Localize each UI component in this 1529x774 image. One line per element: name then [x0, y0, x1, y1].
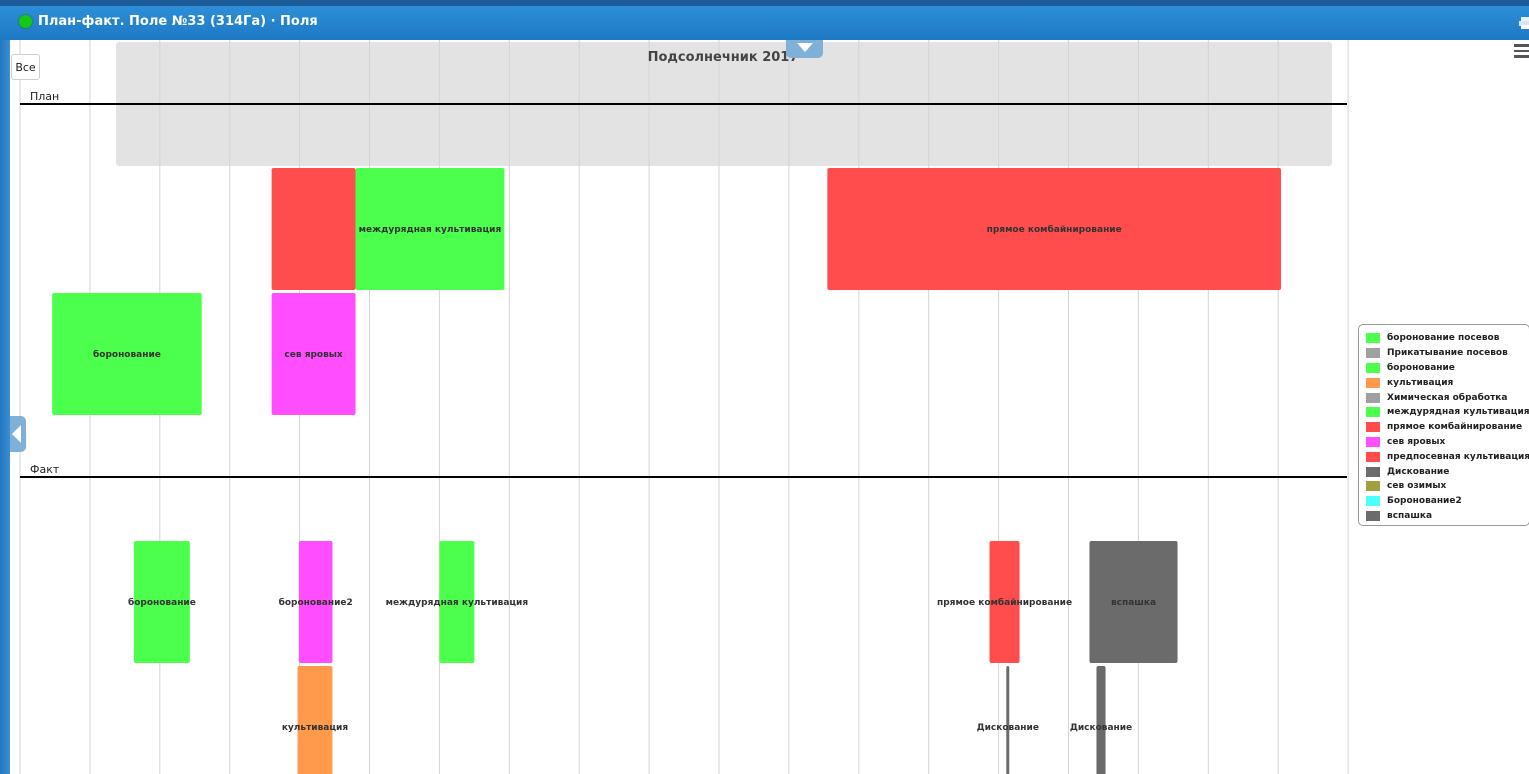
legend-item[interactable]: междурядная культивация	[1366, 405, 1529, 420]
legend-item[interactable]: Боронование2	[1366, 494, 1529, 509]
legend-label: междурядная культивация	[1387, 407, 1529, 418]
fact-bar	[1096, 666, 1106, 774]
plan-bar	[271, 168, 356, 290]
fact-bar-label: культивация	[282, 723, 349, 733]
legend-swatch	[1366, 333, 1380, 344]
legend-label: боронование	[1387, 362, 1455, 373]
window-title: План-факт. Поле №33 (314Га) · Поля	[38, 14, 318, 29]
legend-item[interactable]: боронование посевов	[1366, 331, 1529, 346]
status-indicator	[19, 15, 32, 28]
legend-swatch	[1366, 422, 1380, 433]
crop-label: Подсолнечник 2017	[648, 50, 799, 65]
legend-swatch	[1366, 466, 1380, 477]
plan-bar-label: боронование	[93, 349, 161, 360]
legend-item[interactable]: боронование	[1366, 361, 1529, 376]
fact-bar-label: Дискование	[977, 723, 1039, 733]
fact-bar	[297, 666, 333, 774]
plan-bar-label: сев яровых	[284, 350, 343, 360]
legend-label: Боронование2	[1387, 496, 1462, 507]
legend-swatch	[1366, 451, 1380, 462]
legend-item[interactable]: вспашка	[1366, 509, 1529, 524]
legend-label: прямое комбайнирование	[1387, 422, 1523, 433]
legend-label: культивация	[1387, 377, 1454, 388]
legend-item[interactable]: предпосевная культивация	[1366, 449, 1529, 464]
plan-bar-label: междурядная культивация	[359, 225, 502, 235]
fact-bar-label: вспашка	[1111, 598, 1156, 608]
fact-bar	[1006, 666, 1010, 774]
window-titlebar: План-факт. Поле №33 (314Га) · Поля	[0, 0, 1529, 40]
legend-swatch	[1366, 481, 1380, 492]
plan-bar-label: прямое комбайнирование	[987, 224, 1122, 235]
legend-item[interactable]: сев яровых	[1366, 435, 1529, 450]
legend-swatch	[1366, 496, 1380, 507]
legend-swatch	[1366, 377, 1380, 388]
legend-item[interactable]: культивация	[1366, 375, 1529, 390]
legend-swatch	[1366, 436, 1380, 447]
chart-panel: Подсолнечник 2017 План Факт междурядная кул…	[10, 40, 1529, 774]
legend-label: Прикатывание посевов	[1387, 348, 1508, 359]
gantt-chart: Подсолнечник 2017 План Факт междурядная кул…	[19, 40, 1349, 774]
legend-swatch	[1366, 362, 1380, 373]
legend-item[interactable]: сев озимых	[1366, 479, 1529, 494]
legend-swatch	[1366, 392, 1380, 403]
legend-item[interactable]: Прикатывание посевов	[1366, 346, 1529, 361]
expand-left-tab[interactable]	[10, 416, 26, 452]
plan-row-label: План	[30, 90, 59, 103]
fact-bar-label: Дискование	[1070, 723, 1132, 733]
fact-bar-label: прямое комбайнирование	[937, 597, 1072, 608]
window-left-edge	[0, 40, 10, 774]
legend-label: сев яровых	[1387, 436, 1446, 447]
hamburger-menu-icon[interactable]	[1514, 44, 1529, 58]
legend-swatch	[1366, 348, 1380, 359]
legend-item[interactable]: Дискование	[1366, 464, 1529, 479]
legend-item[interactable]: Химическая обработка	[1366, 390, 1529, 405]
legend-label: сев озимых	[1387, 481, 1447, 492]
legend-label: вспашка	[1387, 510, 1433, 521]
legend-label: Химическая обработка	[1387, 392, 1508, 403]
legend-label: боронование посевов	[1387, 333, 1500, 344]
legend-swatch	[1366, 510, 1380, 521]
legend-swatch	[1366, 407, 1380, 418]
chart-legend: боронование посевов Прикатывание посевов б…	[1358, 324, 1529, 526]
legend-label: предпосевная культивация	[1387, 451, 1529, 462]
fact-row-label: Факт	[30, 463, 60, 476]
legend-item[interactable]: прямое комбайнирование	[1366, 420, 1529, 435]
all-button[interactable]: Все	[11, 54, 40, 80]
fact-bar-label: боронование2	[279, 597, 353, 608]
legend-label: Дискование	[1387, 466, 1450, 477]
fact-bar-label: боронование	[128, 597, 196, 608]
printer-icon[interactable]	[1519, 16, 1529, 30]
fact-bar-label: междурядная культивация	[386, 598, 529, 608]
collapse-down-tab[interactable]	[786, 40, 823, 58]
